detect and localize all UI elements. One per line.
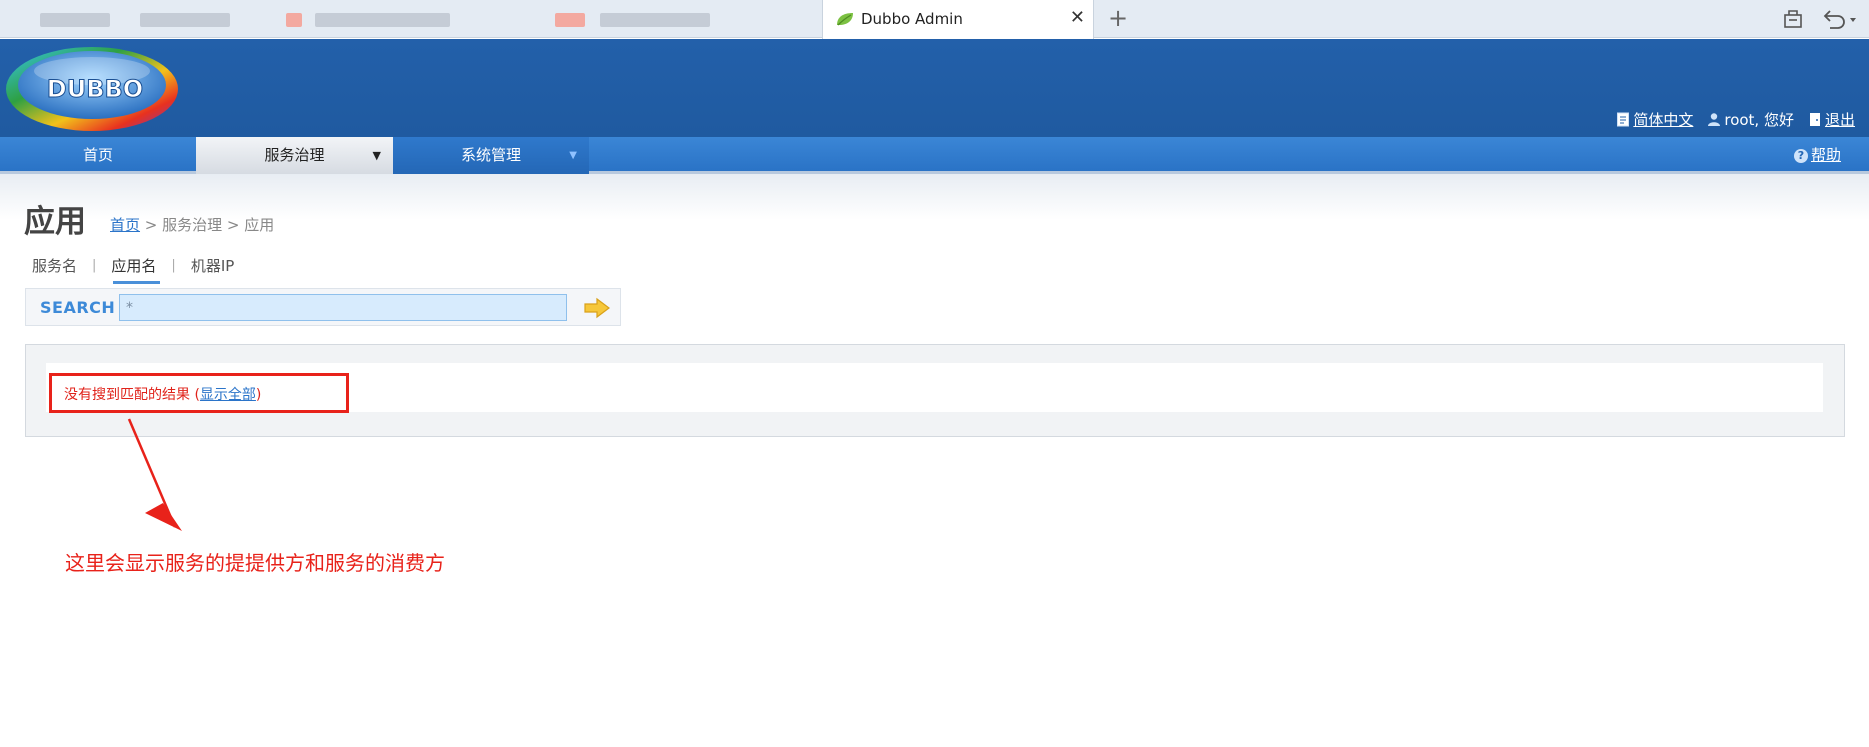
logo-text: DUBBO: [47, 75, 143, 103]
new-tab-button[interactable]: +: [1108, 4, 1128, 32]
main-nav: 首页 服务治理 ▼ 系统管理 ▼ ? 帮助: [0, 137, 1869, 174]
breadcrumb-separator: >: [140, 216, 163, 234]
tab-divider: |: [171, 258, 176, 273]
user-info: root, 您好: [1707, 109, 1794, 130]
user-greeting: root, 您好: [1724, 111, 1794, 129]
browser-tab-strip: Dubbo Admin ✕ +: [0, 0, 1869, 39]
arrow-right-icon[interactable]: [583, 296, 611, 320]
tab-close-icon[interactable]: ✕: [1070, 7, 1085, 28]
leaf-icon: [837, 13, 853, 26]
user-icon: [1708, 113, 1721, 126]
blurred-tabs: [0, 0, 820, 38]
caret-down-icon: ▼: [372, 149, 381, 162]
help-icon: ?: [1793, 148, 1808, 163]
nav-shadow: [0, 174, 1869, 220]
logout[interactable]: 退出: [1808, 109, 1855, 130]
search-input[interactable]: [119, 294, 567, 321]
language-link[interactable]: 简体中文: [1633, 109, 1693, 130]
breadcrumb-current: 应用: [244, 216, 275, 234]
search-label: SEARCH: [40, 298, 116, 317]
nav-home[interactable]: 首页: [0, 137, 196, 174]
app-header: DUBBO 简体中文 root, 您好 退出: [0, 39, 1869, 137]
nav-system-management[interactable]: 系统管理 ▼: [393, 137, 589, 174]
nav-help[interactable]: ? 帮助: [1793, 137, 1841, 174]
annotation-highlight-box: [49, 373, 349, 413]
tab-divider: |: [92, 258, 97, 273]
search-tab-service-name[interactable]: 服务名: [32, 255, 77, 276]
nav-system-management-label: 系统管理: [460, 146, 521, 164]
reading-mode-icon[interactable]: [1782, 8, 1804, 30]
browser-tab-title: Dubbo Admin: [861, 10, 963, 28]
search-tab-machine-ip[interactable]: 机器IP: [191, 255, 234, 276]
search-type-tabs: 服务名 | 应用名 | 机器IP: [32, 255, 234, 284]
blurred-tab-favicon: [286, 13, 302, 27]
document-icon: [1617, 112, 1630, 127]
annotation-arrow-icon: [127, 418, 182, 531]
nav-help-label: 帮助: [1810, 146, 1841, 164]
breadcrumb-separator: >: [222, 216, 245, 234]
logout-door-icon: [1809, 113, 1820, 126]
nav-service-governance[interactable]: 服务治理 ▼: [196, 137, 393, 174]
dubbo-logo[interactable]: DUBBO: [2, 43, 182, 135]
blurred-tab-content: [600, 13, 710, 27]
logout-link[interactable]: 退出: [1825, 109, 1855, 130]
browser-tab-active[interactable]: Dubbo Admin ✕: [822, 0, 1094, 39]
breadcrumb: 首页 > 服务治理 > 应用: [110, 214, 274, 235]
nav-home-label: 首页: [82, 146, 113, 164]
search-bar: SEARCH: [25, 288, 621, 326]
blurred-tab-favicon: [555, 13, 585, 27]
annotation-text: 这里会显示服务的提提供方和服务的消费方: [65, 551, 445, 575]
nav-service-governance-label: 服务治理: [264, 146, 325, 164]
search-tab-app-name[interactable]: 应用名: [111, 255, 161, 284]
blurred-tab-content: [140, 13, 230, 27]
blurred-tab-content: [40, 13, 110, 27]
caret-down-icon: ▼: [569, 150, 577, 161]
language-switch[interactable]: 简体中文: [1616, 109, 1693, 130]
blurred-tab-content: [315, 13, 450, 27]
breadcrumb-service-governance: 服务治理: [162, 216, 223, 234]
undo-close-tab-icon[interactable]: [1820, 8, 1860, 30]
user-bar: 简体中文 root, 您好 退出: [1616, 109, 1855, 130]
breadcrumb-home-link[interactable]: 首页: [110, 216, 140, 234]
page-title: 应用: [24, 204, 86, 240]
